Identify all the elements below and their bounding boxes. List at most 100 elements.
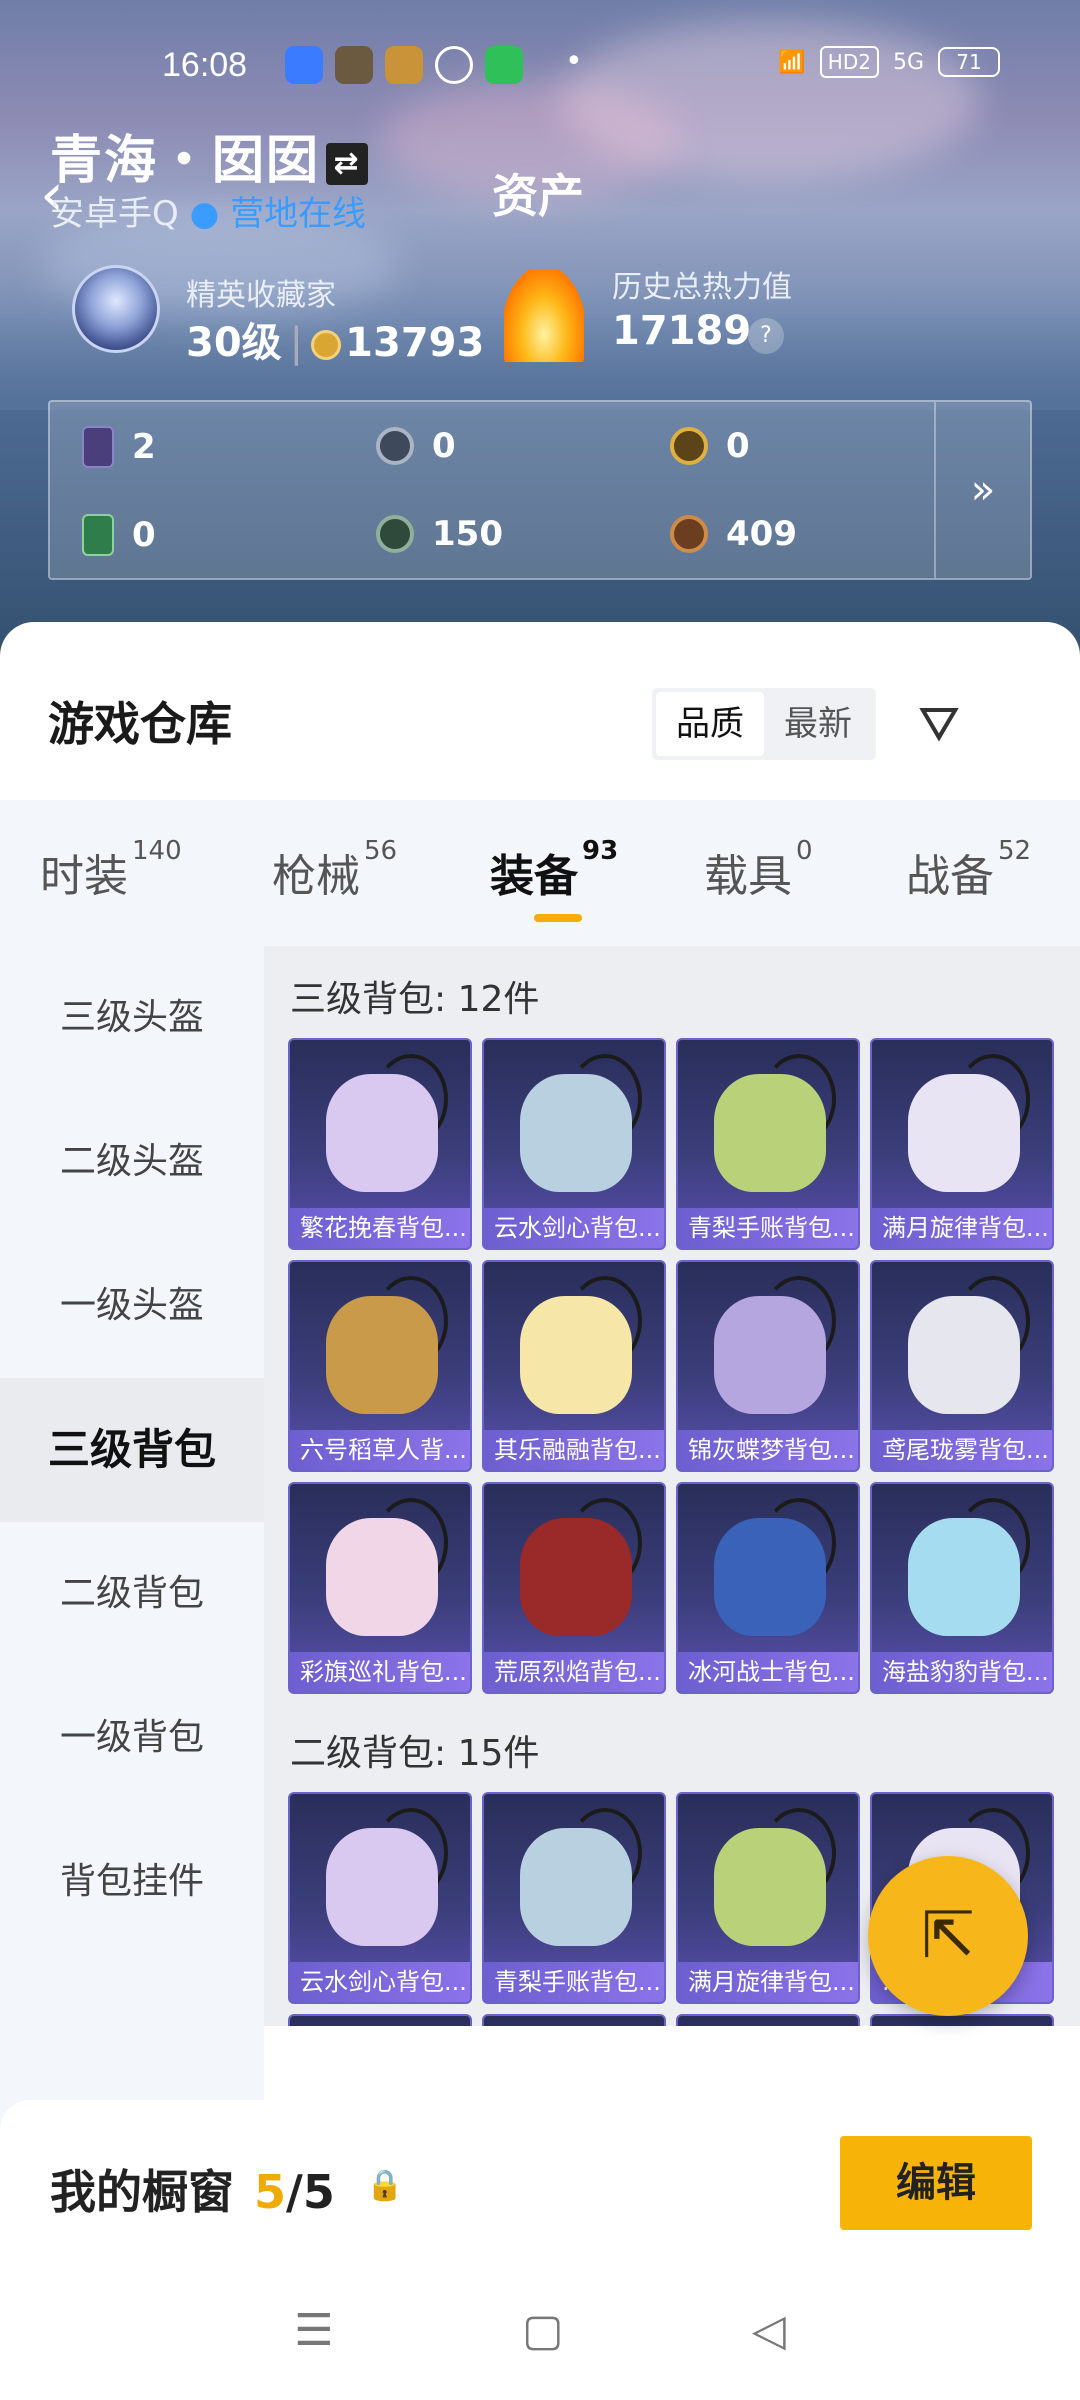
item-tile[interactable]	[676, 2014, 860, 2026]
section-title: 三级背包: 12件	[290, 979, 540, 1020]
item-name: 青梨手账背包...	[678, 1208, 858, 1248]
tab-weapons[interactable]: 枪械 56	[272, 836, 397, 904]
tab-fashion[interactable]: 时装 140	[40, 836, 182, 904]
filter-icon[interactable]: ⛛	[918, 692, 984, 756]
tab-vehicles[interactable]: 载具 0	[704, 836, 813, 904]
online-status: 营地在线	[230, 194, 367, 234]
lock-icon: 🔒	[366, 2168, 404, 2203]
chat-icon	[435, 46, 473, 84]
share-button[interactable]: ⇱	[868, 1856, 1028, 2016]
green-card-icon	[82, 514, 114, 556]
sidebar-item-backpack-3[interactable]: 三级背包	[0, 1378, 264, 1522]
page-title: 资产	[492, 169, 584, 223]
backpack-image	[908, 1074, 1020, 1192]
backpack-image	[714, 1518, 826, 1636]
battery-icon: 71	[938, 47, 1000, 77]
notification-icons	[285, 46, 523, 84]
item-tile[interactable]: 海盐豹豹背包...	[870, 1482, 1054, 1694]
tab-equipment[interactable]: 装备 93	[490, 836, 618, 922]
category-tabs: 时装 140 枪械 56 装备 93 载具 0 战备 52	[0, 800, 1080, 946]
item-tile[interactable]: 满月旋律背包...	[676, 1792, 860, 2004]
asset-panel[interactable]: 2 0 0 0 150 409 »	[48, 400, 1032, 580]
hd-badge: HD2	[819, 46, 879, 78]
item-tile[interactable]: 彩旗巡礼背包...	[288, 1482, 472, 1694]
section-title: 二级背包: 15件	[290, 1733, 540, 1774]
backpack-image	[714, 1074, 826, 1192]
item-tile[interactable]: 其乐融融背包...	[482, 1260, 666, 1472]
bronze-coin-icon	[670, 515, 708, 553]
item-tile[interactable]: 冰河战士背包...	[676, 1482, 860, 1694]
item-name: 繁花挽春背包...	[290, 1208, 470, 1248]
sort-quality-button[interactable]: 品质	[656, 692, 764, 756]
status-time: 16:08	[162, 46, 248, 84]
backpack-image	[520, 1518, 632, 1636]
item-tile[interactable]	[482, 2014, 666, 2026]
signal-label: 5G	[892, 49, 924, 75]
menu-icon[interactable]: ☰	[294, 2305, 333, 2356]
coin-icon	[311, 330, 342, 360]
flame-icon	[504, 270, 584, 362]
sidebar-item-pendant[interactable]: 背包挂件	[0, 1810, 264, 1954]
item-tile[interactable]: 青梨手账背包...	[676, 1038, 860, 1250]
item-tile[interactable]: 云水剑心背包...	[288, 1792, 472, 2004]
item-name: 六号稻草人背...	[290, 1430, 470, 1470]
item-tile[interactable]: 满月旋律背包...	[870, 1038, 1054, 1250]
heat-value: 17189	[612, 308, 752, 354]
assets-more-button[interactable]: »	[934, 402, 1030, 578]
asset-item: 0	[670, 426, 750, 466]
rank-label: 精英收藏家	[186, 278, 336, 313]
item-tile[interactable]	[870, 2014, 1054, 2026]
green-coin-icon	[376, 515, 414, 553]
sort-newest-button[interactable]: 最新	[764, 692, 872, 756]
item-tile[interactable]: 青梨手账背包...	[482, 1792, 666, 2004]
gold-coin-icon	[670, 427, 708, 465]
sidebar-item-backpack-2[interactable]: 二级背包	[0, 1522, 264, 1666]
heat-label: 历史总热力值	[612, 270, 792, 305]
item-tile[interactable]: 荒原烈焰背包...	[482, 1482, 666, 1694]
back-icon[interactable]: ◁	[752, 2305, 786, 2356]
sidebar-item-helmet-3[interactable]: 三级头盔	[0, 946, 264, 1090]
item-name: 彩旗巡礼背包...	[290, 1652, 470, 1692]
sidebar-item-backpack-1[interactable]: 一级背包	[0, 1666, 264, 1810]
help-icon[interactable]: ?	[748, 318, 784, 354]
tab-gear[interactable]: 战备 52	[906, 836, 1031, 904]
app-icon	[335, 46, 373, 84]
asset-item: 0	[376, 426, 456, 466]
share-icon: ⇱	[921, 1899, 975, 1973]
backpack-image	[714, 1296, 826, 1414]
swap-icon[interactable]: ⇄	[326, 143, 369, 185]
sidebar-item-helmet-2[interactable]: 二级头盔	[0, 1090, 264, 1234]
item-tile[interactable]	[288, 2014, 472, 2026]
asset-item: 150	[376, 514, 503, 554]
sidebar-item-helmet-1[interactable]: 一级头盔	[0, 1234, 264, 1378]
item-tile[interactable]: 锦灰蝶梦背包...	[676, 1260, 860, 1472]
asset-item: 0	[82, 514, 156, 556]
wifi-icon: 📶	[778, 49, 806, 75]
home-icon[interactable]: ▢	[522, 2305, 564, 2356]
item-name: 冰河战士背包...	[678, 1652, 858, 1692]
item-tile[interactable]: 繁花挽春背包...	[288, 1038, 472, 1250]
item-tile[interactable]: 云水剑心背包...	[482, 1038, 666, 1250]
more-dot-icon: •	[565, 44, 583, 79]
warehouse-title: 游戏仓库	[48, 697, 232, 751]
item-tile[interactable]: 六号稻草人背...	[288, 1260, 472, 1472]
backpack-image	[326, 1074, 438, 1192]
rank-value: 30级 | 13793	[186, 320, 485, 366]
item-tile[interactable]: 鸢尾珑雾背包...	[870, 1260, 1054, 1472]
username: 青海・囡囡 ⇄	[50, 118, 369, 193]
backpack-image	[520, 1828, 632, 1946]
purple-card-icon	[82, 426, 114, 468]
backpack-image	[908, 1518, 1020, 1636]
platform-line: 安卓手Q ● 营地在线	[50, 194, 367, 234]
status-bar: 16:08 • 📶 HD2 5G 71	[0, 40, 1080, 96]
silver-coin-icon	[376, 427, 414, 465]
backpack-image	[520, 1296, 632, 1414]
item-name: 海盐豹豹背包...	[872, 1652, 1052, 1692]
system-nav-bar: ☰ ▢ ◁	[0, 2280, 1080, 2380]
item-name: 满月旋律背包...	[872, 1208, 1052, 1248]
app-icon	[285, 46, 323, 84]
backpack-image	[326, 1518, 438, 1636]
item-name: 青梨手账背包...	[484, 1962, 664, 2002]
edit-button[interactable]: 编辑	[840, 2136, 1032, 2230]
active-tab-underline	[534, 914, 582, 922]
